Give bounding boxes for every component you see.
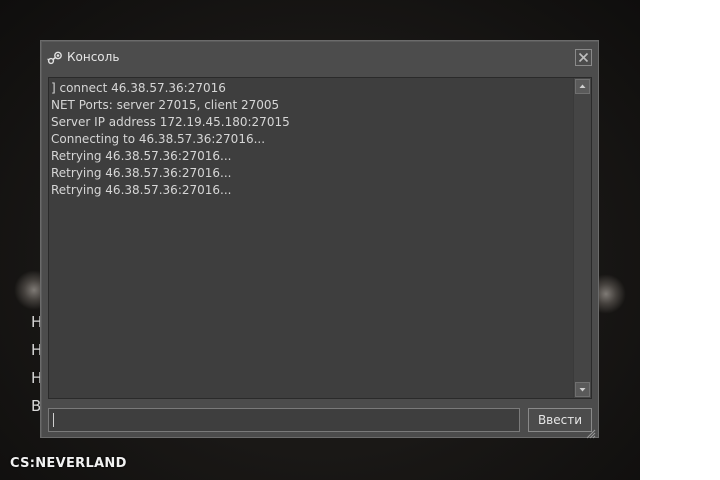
log-line: Connecting to 46.38.57.36:27016... — [51, 132, 266, 146]
text-caret — [53, 413, 54, 427]
close-button[interactable] — [575, 49, 592, 66]
steam-icon — [47, 50, 63, 65]
log-line: NET Ports: server 27015, client 27005 — [51, 98, 280, 112]
log-line: Server IP address 172.19.45.180:27015 — [51, 115, 290, 129]
scroll-up-button[interactable] — [575, 79, 590, 94]
game-background: Н Н Н В CS:NEVERLAND Консоль] connect 4… — [0, 0, 640, 480]
command-input[interactable] — [48, 408, 520, 432]
console-log: ] connect 46.38.57.36:27016 NET Ports: s… — [51, 80, 571, 199]
console-title: Консоль — [67, 50, 120, 64]
console-output[interactable]: ] connect 46.38.57.36:27016 NET Ports: s… — [48, 77, 592, 399]
log-line: Retrying 46.38.57.36:27016... — [51, 183, 232, 197]
server-logo: CS:NEVERLAND — [10, 456, 127, 471]
submit-button[interactable]: Ввести — [528, 408, 592, 432]
log-line: Retrying 46.38.57.36:27016... — [51, 166, 232, 180]
resize-grip-icon[interactable] — [585, 424, 596, 439]
arrow-down-icon — [579, 388, 586, 392]
log-line: ] connect 46.38.57.36:27016 — [51, 81, 226, 95]
console-titlebar[interactable]: Консоль — [41, 41, 598, 73]
arrow-up-icon — [579, 84, 586, 88]
scroll-down-button[interactable] — [575, 382, 590, 397]
close-icon — [578, 52, 589, 63]
console-window: Консоль ] connect 46.38.57.36:27016 NET … — [40, 40, 599, 439]
output-scrollbar[interactable] — [573, 78, 591, 398]
log-line: Retrying 46.38.57.36:27016... — [51, 149, 232, 163]
